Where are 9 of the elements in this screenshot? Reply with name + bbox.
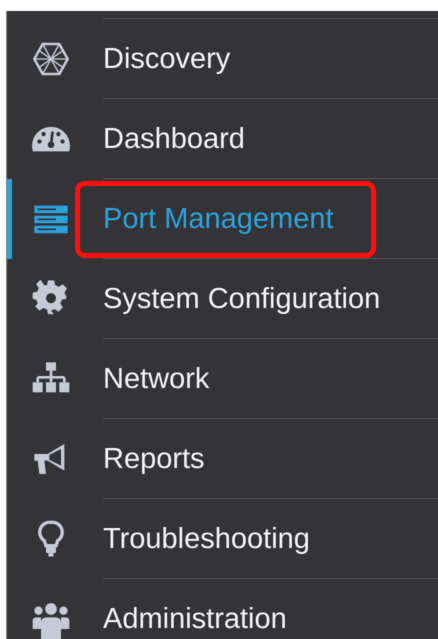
menu-item[interactable]: Troubleshooting [103, 522, 310, 556]
menu-item[interactable]: Network [103, 362, 210, 396]
menu-item[interactable]: Discovery [103, 42, 230, 76]
gauge-icon [31, 125, 71, 153]
menu-item[interactable]: Administration [103, 602, 287, 636]
menu-item[interactable]: Reports [103, 442, 205, 476]
menu-item[interactable]: Port Management [103, 202, 334, 236]
menu-item[interactable]: Dashboard [103, 122, 245, 156]
menu-item[interactable]: System Configuration [103, 282, 380, 316]
